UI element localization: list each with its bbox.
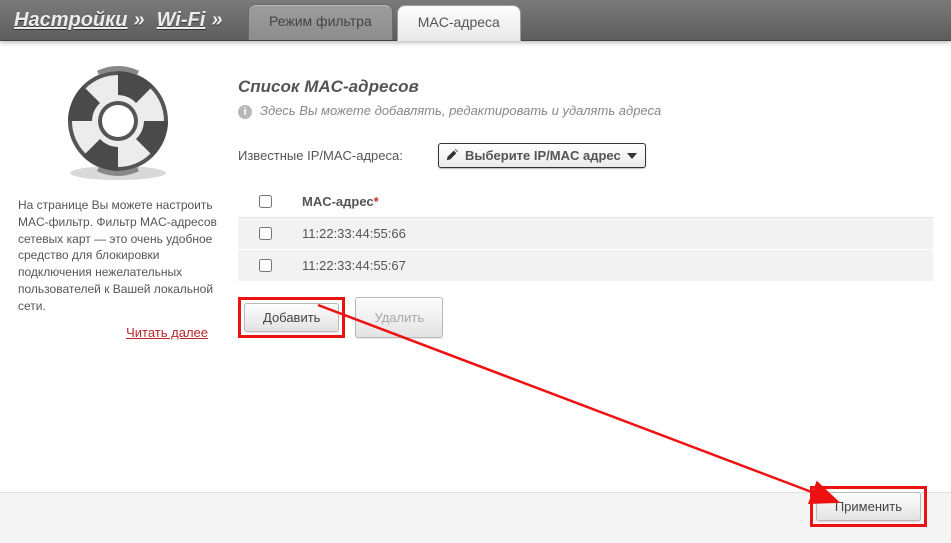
mac-cell: 11:22:33:44:55:67 bbox=[292, 250, 933, 282]
footer-bar bbox=[0, 492, 951, 543]
hint-row: i Здесь Вы можете добавлять, редактирова… bbox=[238, 103, 933, 119]
mac-cell: 11:22:33:44:55:66 bbox=[292, 218, 933, 250]
info-icon: i bbox=[238, 105, 252, 119]
table-row[interactable]: 11:22:33:44:55:67 bbox=[238, 250, 933, 282]
page-title: Список MAC-адресов bbox=[238, 77, 933, 97]
add-button[interactable]: Добавить bbox=[244, 303, 339, 332]
annotation-highlight-add: Добавить bbox=[238, 297, 345, 338]
page-header: Настройки » Wi-Fi » Режим фильтра MAC-ад… bbox=[0, 0, 951, 41]
apply-button[interactable]: Применить bbox=[816, 492, 921, 521]
row-checkbox[interactable] bbox=[259, 227, 272, 240]
tab-bar: Режим фильтра MAC-адреса bbox=[248, 4, 521, 40]
mac-column-header: MAC-адрес* bbox=[292, 186, 933, 218]
select-all-checkbox[interactable] bbox=[259, 195, 272, 208]
breadcrumb-root[interactable]: Настройки bbox=[14, 0, 127, 40]
tab-filter-mode[interactable]: Режим фильтра bbox=[248, 4, 393, 40]
chevron-down-icon bbox=[627, 153, 637, 159]
table-row[interactable]: 11:22:33:44:55:66 bbox=[238, 218, 933, 250]
tab-mac-addresses[interactable]: MAC-адреса bbox=[397, 5, 521, 41]
read-more-link[interactable]: Читать далее bbox=[18, 325, 218, 340]
ip-mac-select-label: Выберите IP/MAC адрес bbox=[465, 148, 621, 163]
mac-table: MAC-адрес* 11:22:33:44:55:66 11:22:33:44… bbox=[238, 186, 933, 281]
lifebuoy-icon bbox=[53, 63, 183, 183]
known-addresses-label: Известные IP/MAC-адреса: bbox=[238, 148, 438, 163]
annotation-highlight-apply: Применить bbox=[810, 486, 927, 527]
row-checkbox[interactable] bbox=[259, 259, 272, 272]
sidebar-description: На странице Вы можете настроить MAC-филь… bbox=[18, 197, 218, 315]
breadcrumb-section[interactable]: Wi-Fi bbox=[157, 0, 206, 40]
ip-mac-select[interactable]: Выберите IP/MAC адрес bbox=[438, 143, 646, 168]
breadcrumb-sep-1: » bbox=[133, 0, 144, 40]
breadcrumb-sep-2: » bbox=[211, 0, 222, 40]
main-content: Список MAC-адресов i Здесь Вы можете доб… bbox=[218, 63, 933, 494]
hint-text: Здесь Вы можете добавлять, редактировать… bbox=[260, 103, 661, 118]
pencil-icon bbox=[445, 148, 459, 162]
delete-button[interactable]: Удалить bbox=[355, 297, 443, 338]
sidebar: На странице Вы можете настроить MAC-филь… bbox=[18, 63, 218, 494]
